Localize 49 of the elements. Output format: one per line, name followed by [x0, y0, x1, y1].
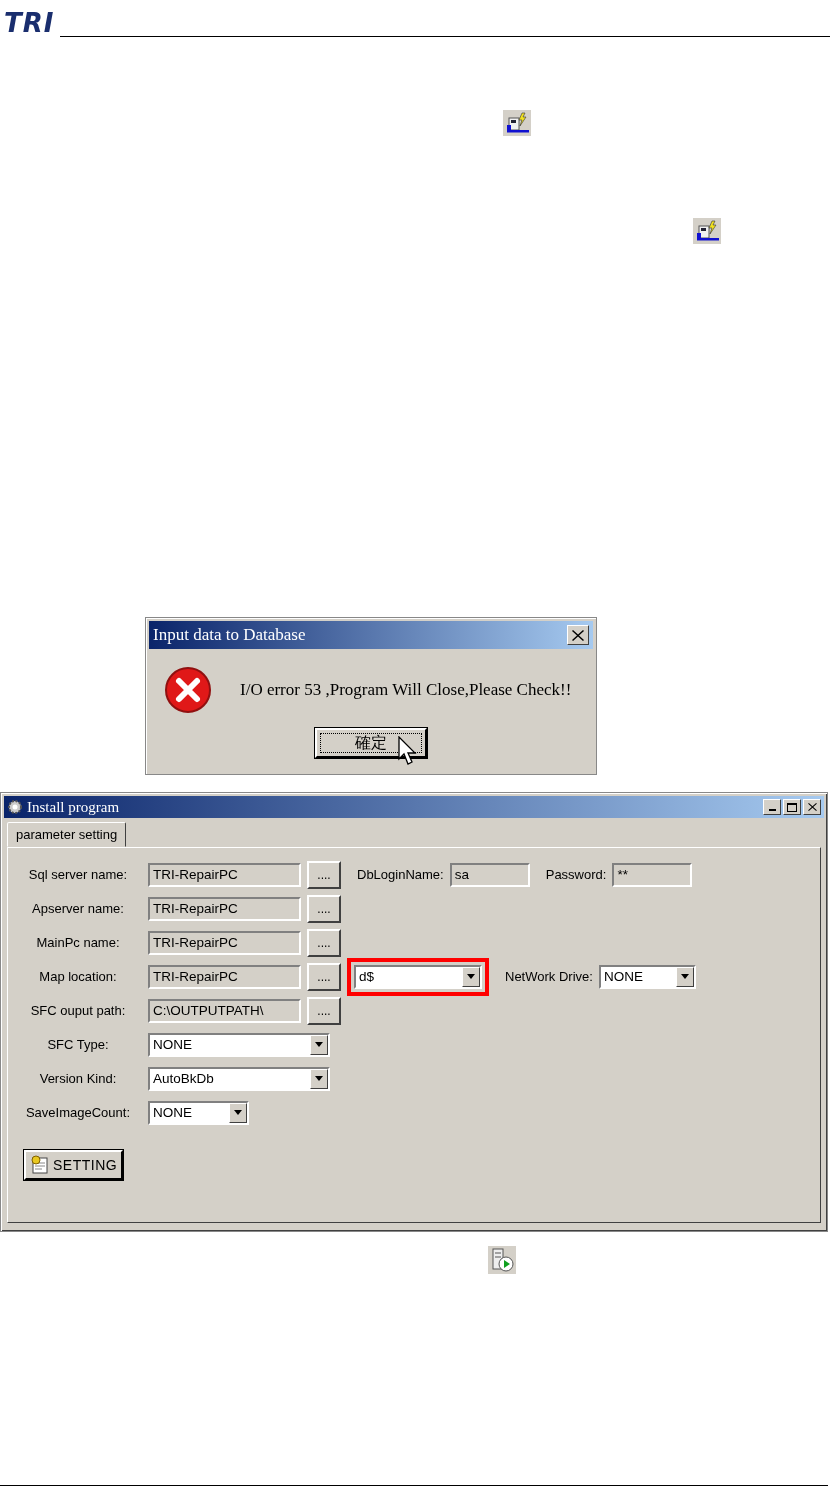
- text-field[interactable]: TRI-RepairPC: [148, 896, 301, 921]
- window-title: Install program: [27, 798, 121, 816]
- field-label: SFC Type:: [46, 1037, 110, 1052]
- error-icon: [164, 666, 212, 714]
- field-label: NetWork Drive:: [505, 969, 593, 984]
- database-connect-icon: [503, 110, 531, 136]
- field-label: Version Kind:: [38, 1071, 118, 1086]
- text-field[interactable]: TRI-RepairPC: [148, 930, 301, 955]
- maximize-icon: [787, 802, 797, 812]
- close-button[interactable]: [803, 799, 821, 815]
- database-connect-icon: [693, 218, 721, 244]
- browse-button[interactable]: ....: [307, 894, 341, 923]
- gear-icon: [7, 799, 23, 815]
- field-label: MainPc name:: [35, 935, 121, 950]
- dropdown[interactable]: AutoBkDb: [148, 1066, 330, 1091]
- setting-button[interactable]: SETTING: [24, 1150, 124, 1180]
- field-label: Apserver name:: [31, 901, 125, 916]
- minimize-button[interactable]: [763, 799, 781, 815]
- browse-button[interactable]: ....: [307, 962, 341, 991]
- text-field[interactable]: C:\OUTPUTPATH\: [148, 998, 301, 1023]
- field-label: Sql server name:: [27, 867, 129, 882]
- browse-button[interactable]: ....: [307, 928, 341, 957]
- close-icon: [572, 629, 584, 641]
- text-field[interactable]: **: [612, 862, 693, 887]
- ok-button[interactable]: 確定: [315, 728, 427, 758]
- field-label: SaveImageCount:: [24, 1105, 132, 1120]
- maximize-button[interactable]: [783, 799, 801, 815]
- dropdown[interactable]: NONE: [148, 1032, 330, 1057]
- dropdown[interactable]: NONE: [148, 1100, 249, 1125]
- dropdown[interactable]: d$: [354, 964, 482, 989]
- browse-button[interactable]: ....: [307, 860, 341, 889]
- tab[interactable]: parameter setting: [7, 822, 127, 847]
- text-field[interactable]: TRI-RepairPC: [148, 862, 301, 887]
- dropdown[interactable]: NONE: [598, 964, 696, 989]
- mouse-pointer-icon: [398, 736, 418, 766]
- logo: TRI: [3, 8, 55, 38]
- server-run-icon: [488, 1246, 516, 1274]
- text-field[interactable]: sa: [449, 862, 530, 887]
- close-button[interactable]: [567, 625, 589, 645]
- field-label: DbLoginName:: [357, 867, 444, 882]
- field-label: Map location:: [38, 969, 118, 984]
- error-message: I/O error 53 ,Program Will Close,Please Check!!: [240, 680, 572, 700]
- dialog-title: Input data to Database: [153, 625, 306, 645]
- browse-button[interactable]: ....: [307, 996, 341, 1025]
- text-field[interactable]: TRI-RepairPC: [148, 964, 301, 989]
- field-label: SFC ouput path:: [29, 1003, 127, 1018]
- document-icon: [30, 1155, 50, 1175]
- field-label: Password:: [545, 867, 607, 882]
- close-icon: [807, 803, 817, 811]
